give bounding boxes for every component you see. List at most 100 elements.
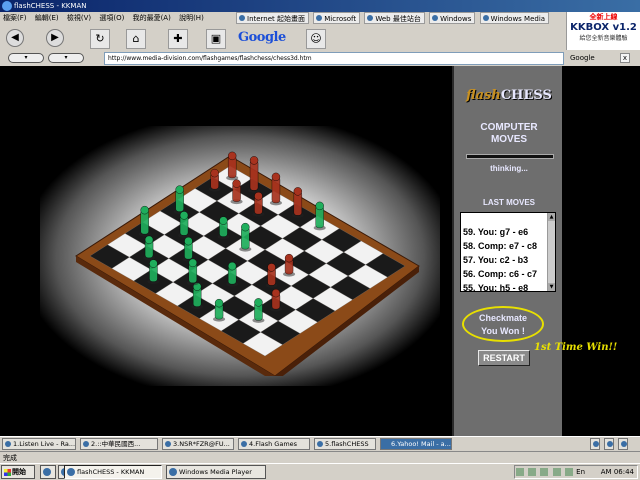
- red-piece-head: [284, 253, 294, 263]
- red-piece-head: [267, 263, 276, 272]
- red-piece-head: [227, 151, 237, 161]
- title-bar: flashCHESS - KKMAN: [0, 0, 640, 12]
- flashchess-logo: flashCHESS: [462, 88, 556, 103]
- flash-game-area[interactable]: flashCHESS COMPUTER MOVES thinking... LA…: [0, 66, 640, 436]
- forward-button[interactable]: ▶: [46, 29, 64, 47]
- link-windows[interactable]: Windows: [429, 12, 476, 24]
- green-piece-head: [219, 216, 228, 225]
- thinking-progress-bar: [466, 154, 554, 159]
- first-win-label: 1st Time Win!!: [534, 342, 618, 353]
- window-tab-5[interactable]: 5.flashCHESS: [314, 438, 376, 450]
- chess-board[interactable]: [60, 146, 440, 376]
- green-piece-head: [188, 258, 198, 268]
- back-button[interactable]: ◀: [6, 29, 24, 47]
- checkmate-message: Checkmate You Won !: [462, 306, 544, 342]
- link-best-sites[interactable]: Web 最佳站台: [364, 12, 425, 24]
- restore-icon[interactable]: [604, 438, 614, 450]
- people-icon: ☺: [310, 32, 322, 45]
- moves-list[interactable]: 59. You: g7 - e6 58. Comp: e7 - c8 57. Y…: [460, 212, 556, 293]
- move-row: 59. You: g7 - e6: [463, 227, 529, 237]
- menu-view[interactable]: 檢視(V): [64, 12, 94, 25]
- task-flashchess[interactable]: flashCHESS - KKMAN: [64, 465, 162, 479]
- chevron-down-icon: ▾: [24, 54, 28, 61]
- home-icon: ⌂: [132, 32, 140, 45]
- red-piece-head: [293, 187, 303, 196]
- red-piece-head: [249, 156, 259, 165]
- tray-network-icon[interactable]: [516, 468, 524, 476]
- window-list-bar: 1.Listen Live - Ra... 2.::中華民國西... 3.NSR…: [0, 436, 640, 450]
- google-toolbar-button[interactable]: Google: [238, 30, 296, 48]
- scroll-up-icon[interactable]: ▲: [548, 213, 555, 221]
- logo-chess: CHESS: [500, 88, 552, 103]
- move-row: 57. You: c2 - b3: [463, 255, 529, 265]
- taskbar: 開始 flashCHESS - KKMAN Windows Media Play…: [0, 463, 640, 480]
- kkbox-new-label: 全新上線: [589, 13, 618, 21]
- close-tab-button[interactable]: x: [620, 53, 630, 63]
- tray-volume-icon[interactable]: [528, 468, 537, 476]
- status-text: 完成: [3, 454, 17, 462]
- red-piece-head: [210, 168, 219, 178]
- menu-file[interactable]: 檔案(F): [0, 12, 30, 25]
- tray-app-icon[interactable]: [564, 468, 573, 476]
- language-indicator[interactable]: En: [576, 468, 585, 476]
- link-windows-media[interactable]: Windows Media: [479, 12, 550, 24]
- quicklaunch-ie-icon[interactable]: [40, 465, 56, 479]
- logo-flash: flash: [466, 88, 501, 103]
- stop-icon[interactable]: [590, 438, 600, 450]
- window-tab-6[interactable]: 6.Yahoo! Mail - a...: [380, 438, 452, 450]
- tray-app-icon[interactable]: [552, 468, 561, 476]
- address-input[interactable]: http://www.media-division.com/flashgames…: [104, 52, 564, 65]
- link-microsoft[interactable]: Microsoft: [313, 12, 361, 24]
- move-row: 58. Comp: e7 - c8: [463, 241, 538, 251]
- tray-app-icon[interactable]: [540, 468, 549, 476]
- red-piece-head: [254, 191, 263, 201]
- green-piece-head: [315, 201, 324, 211]
- link-internet-home[interactable]: Internet 起始畫面: [236, 12, 310, 24]
- green-piece-head: [144, 235, 154, 245]
- scroll-down-icon[interactable]: ▼: [548, 283, 555, 291]
- side-panel: flashCHESS COMPUTER MOVES thinking... LA…: [452, 66, 562, 436]
- menu-help[interactable]: 說明(H): [176, 12, 207, 25]
- window-tab-3[interactable]: 3.NSR*FZR@FU...: [162, 438, 234, 450]
- menu-edit[interactable]: 編輯(E): [32, 12, 62, 25]
- window-tab-2[interactable]: 2.::中華民國西...: [80, 438, 158, 450]
- task-windows-media-player[interactable]: Windows Media Player: [166, 465, 266, 479]
- red-piece-head: [271, 172, 281, 182]
- computer-moves-label: COMPUTER MOVES: [480, 122, 538, 145]
- share-button[interactable]: ☺: [306, 29, 326, 49]
- browser-icon: [2, 1, 12, 11]
- puzzle-icon: ✚: [173, 32, 183, 45]
- move-row: 55. You: h5 - e8: [463, 283, 529, 293]
- google-search-label[interactable]: Google: [570, 52, 595, 65]
- menu-favorites[interactable]: 我的最愛(A): [130, 12, 174, 25]
- window-tab-1[interactable]: 1.Listen Live - Ra...: [2, 438, 76, 450]
- green-piece-head: [254, 298, 263, 307]
- kkbox-banner[interactable]: 全新上線 KKBOX v1.2 給您全新音樂體驗: [566, 12, 640, 50]
- home-button[interactable]: ⌂: [126, 29, 146, 49]
- red-piece-head: [232, 179, 241, 188]
- kkbox-subtitle: 給您全新音樂體驗: [579, 35, 628, 42]
- refresh-button[interactable]: ↻: [90, 29, 110, 49]
- box-icon: ▣: [210, 32, 222, 45]
- green-piece-head: [227, 261, 237, 271]
- restart-button[interactable]: RESTART: [478, 350, 530, 366]
- address-dropdown-1[interactable]: ▾: [8, 53, 44, 63]
- green-piece-head: [140, 205, 149, 215]
- start-button[interactable]: 開始: [1, 465, 35, 479]
- moves-scrollbar[interactable]: ▲ ▼: [547, 213, 555, 291]
- address-dropdown-2[interactable]: ▾: [48, 53, 84, 63]
- status-bar: 完成: [0, 451, 640, 463]
- thinking-label: thinking...: [490, 164, 528, 173]
- red-piece-head: [271, 288, 281, 298]
- window-tab-4[interactable]: 4.Flash Games: [238, 438, 310, 450]
- green-piece-head: [241, 222, 250, 232]
- close-icon[interactable]: [618, 438, 628, 450]
- green-piece-head: [184, 236, 193, 246]
- chevron-down-icon: ▾: [64, 54, 68, 61]
- package-button[interactable]: ▣: [206, 29, 226, 49]
- menu-options[interactable]: 選項(O): [96, 12, 127, 25]
- green-piece-head: [149, 259, 158, 268]
- plugin-button[interactable]: ✚: [168, 29, 188, 49]
- system-tray: En AM 06:44: [514, 465, 638, 479]
- window-title: flashCHESS - KKMAN: [14, 2, 87, 10]
